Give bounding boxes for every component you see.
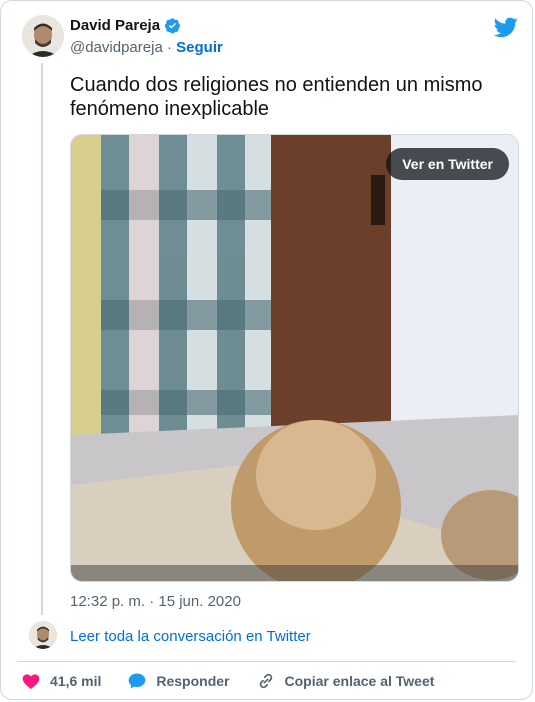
tweet-video[interactable]: Ver en Twitter [70,134,519,582]
thread-line [41,63,43,615]
reply-button[interactable]: Responder [127,671,230,691]
video-frame [71,135,518,581]
author-avatar[interactable] [22,15,64,57]
speech-bubble-icon [129,673,146,689]
actions-divider [17,661,516,662]
thread-avatar[interactable] [29,621,57,649]
author-name[interactable]: David Pareja [70,17,160,34]
tweet-text: Cuando dos religiones no entienden un mi… [70,74,483,120]
verified-badge-icon [164,18,180,34]
like-count: 41,6 mil [50,673,102,689]
tweet-card: David Pareja @davidpareja · Seguir Cuand… [0,0,533,700]
tweet-timestamp[interactable]: 12:32 p. m. · 15 jun. 2020 [70,593,241,610]
view-on-twitter-button[interactable]: Ver en Twitter [386,148,509,180]
actions-bar: 41,6 mil Responder Copiar enlace al Twee… [21,671,460,691]
follow-button[interactable]: Seguir [176,39,223,56]
copy-link-label: Copiar enlace al Tweet [284,673,435,689]
link-icon [259,673,272,689]
read-conversation-link[interactable]: Leer toda la conversación en Twitter [70,628,311,645]
heart-icon [22,674,40,689]
like-button[interactable]: 41,6 mil [21,671,101,691]
separator-dot: · [166,39,172,56]
author-handle-row: @davidpareja · Seguir [70,39,223,56]
twitter-bird-icon[interactable] [494,15,518,39]
copy-link-button[interactable]: Copiar enlace al Tweet [256,671,435,691]
author-name-row: David Pareja [70,17,181,34]
author-handle[interactable]: @davidpareja [70,39,163,56]
reply-label: Responder [156,673,230,689]
